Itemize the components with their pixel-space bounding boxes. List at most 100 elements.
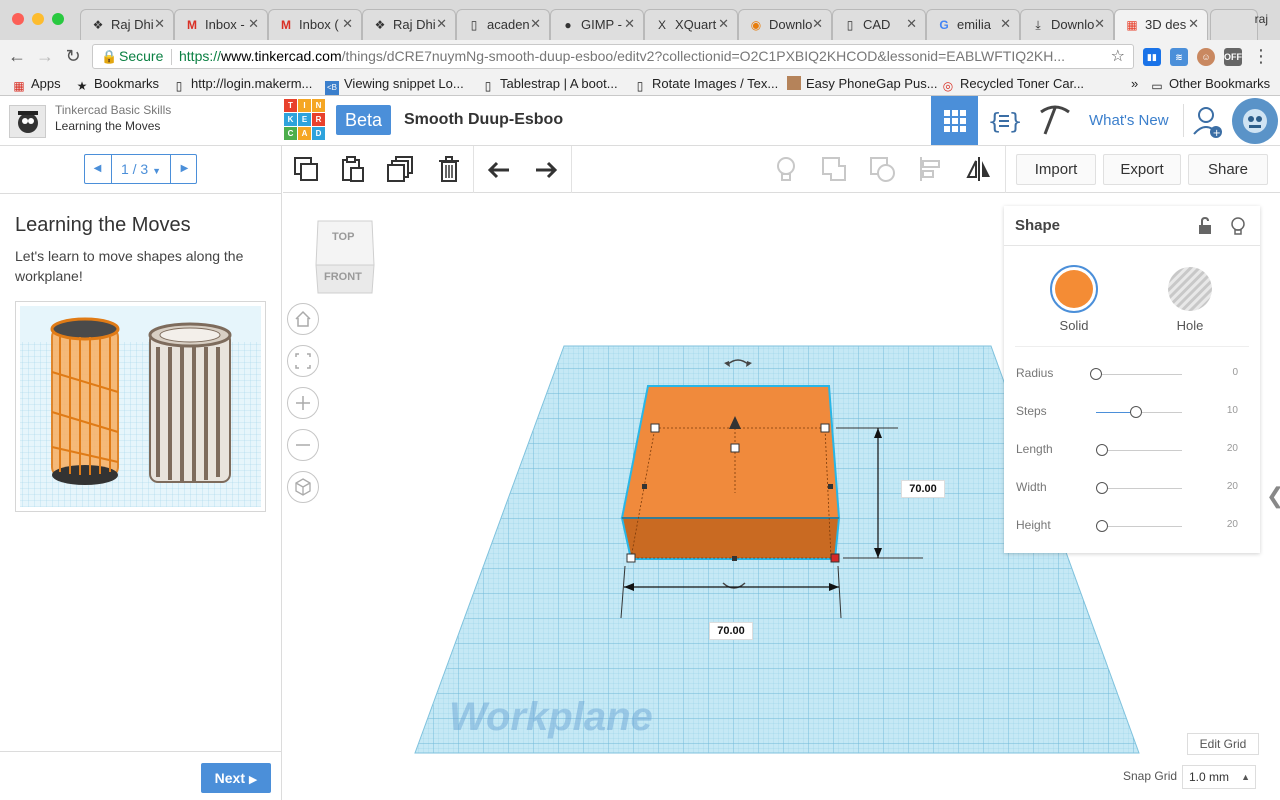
box-front-face[interactable] <box>620 517 841 560</box>
bookmark-toner[interactable]: ◎ Recycled Toner Car... <box>941 76 1084 93</box>
lightbulb-icon[interactable] <box>1228 216 1248 236</box>
profile-name[interactable]: raj <box>1255 12 1268 26</box>
bookmark-rotate[interactable]: ▯ Rotate Images / Tex... <box>633 76 779 93</box>
property-value[interactable]: 10 <box>1227 405 1238 416</box>
width-slider[interactable] <box>1096 482 1182 494</box>
undo-icon[interactable] <box>484 154 514 184</box>
resize-handle[interactable] <box>650 423 660 433</box>
redo-icon[interactable] <box>531 154 561 184</box>
property-value[interactable]: 20 <box>1227 443 1238 454</box>
close-tab-icon[interactable]: ✕ <box>436 16 447 32</box>
width-dimension-label[interactable]: 70.00 <box>709 622 753 640</box>
address-bar[interactable]: 🔒 Secure https://www.tinkercad.com/thing… <box>92 44 1134 69</box>
unlock-icon[interactable] <box>1195 216 1215 236</box>
export-button[interactable]: Export <box>1103 154 1181 185</box>
close-window-button[interactable] <box>12 13 24 25</box>
slider-knob[interactable] <box>1090 368 1102 380</box>
close-tab-icon[interactable]: ✕ <box>1000 16 1011 32</box>
bookmark-snippet[interactable]: <B Viewing snippet Lo... <box>325 76 464 95</box>
bookmark-makerm[interactable]: ▯ http://login.makerm... <box>172 76 313 93</box>
copy-icon[interactable] <box>291 154 321 184</box>
close-tab-icon[interactable]: ✕ <box>718 16 729 32</box>
codeblocks-button[interactable]: { } <box>980 96 1027 145</box>
lightbulb-icon[interactable] <box>771 154 801 184</box>
slider-knob[interactable] <box>1096 520 1108 532</box>
browser-tab[interactable]: ◉ Downlo ✕ <box>738 9 832 40</box>
delete-icon[interactable] <box>434 154 464 184</box>
perspective-button[interactable] <box>287 471 319 503</box>
steps-slider[interactable] <box>1096 406 1182 418</box>
close-tab-icon[interactable]: ✕ <box>154 16 165 32</box>
radius-slider[interactable] <box>1090 368 1182 380</box>
new-tab-button[interactable] <box>1210 9 1258 40</box>
next-step-icon[interactable]: ▶ <box>172 155 197 183</box>
collapse-panel-icon[interactable]: ❮ <box>1266 475 1280 517</box>
browser-tab[interactable]: X XQuart ✕ <box>644 9 738 40</box>
browser-tab-active[interactable]: ▦ 3D des ✕ <box>1114 9 1208 40</box>
next-button[interactable]: Next ▶ <box>201 763 271 793</box>
hole-button[interactable] <box>1166 265 1214 313</box>
resize-handle[interactable] <box>820 423 830 433</box>
length-slider[interactable] <box>1096 444 1182 456</box>
close-tab-icon[interactable]: ✕ <box>530 16 541 32</box>
close-tab-icon[interactable]: ✕ <box>906 16 917 32</box>
menu-icon[interactable]: ⋮ <box>1250 45 1272 67</box>
view-cube-front[interactable]: FRONT <box>324 271 362 283</box>
property-value[interactable]: 20 <box>1227 519 1238 530</box>
height-slider[interactable] <box>1096 520 1182 532</box>
resize-handle-selected[interactable] <box>830 553 840 563</box>
height-dimension-label[interactable]: 70.00 <box>901 480 945 498</box>
browser-tab[interactable]: ❖ Raj Dhi ✕ <box>80 9 174 40</box>
browser-tab[interactable]: ▯ CAD ✕ <box>832 9 926 40</box>
browser-tab[interactable]: ❖ Raj Dhi ✕ <box>362 9 456 40</box>
slider-knob[interactable] <box>1096 482 1108 494</box>
solid-button[interactable] <box>1050 265 1098 313</box>
back-icon[interactable]: ← <box>6 45 28 67</box>
zoom-window-button[interactable] <box>52 13 64 25</box>
view-cube-top[interactable]: TOP <box>332 231 354 243</box>
close-tab-icon[interactable]: ✕ <box>1188 16 1199 32</box>
whats-new-link[interactable]: What's New <box>1089 112 1169 129</box>
forward-icon[interactable]: → <box>34 45 56 67</box>
design-title[interactable]: Smooth Duup-Esboo <box>404 111 563 129</box>
slider-knob[interactable] <box>1130 406 1142 418</box>
align-icon[interactable] <box>916 154 946 184</box>
zoom-out-button[interactable] <box>287 429 319 461</box>
reload-icon[interactable]: ↻ <box>62 45 84 67</box>
side-handle[interactable] <box>642 484 647 489</box>
prev-step-icon[interactable]: ◀ <box>85 155 110 183</box>
zoom-in-button[interactable] <box>287 387 319 419</box>
tinkercad-logo[interactable]: T I N K E R C A D <box>284 99 327 142</box>
step-selector[interactable]: 1 / 3 ▼ <box>111 155 171 183</box>
duplicate-icon[interactable] <box>386 154 416 184</box>
close-tab-icon[interactable]: ✕ <box>812 16 823 32</box>
bricks-button[interactable] <box>1031 96 1078 145</box>
browser-tab[interactable]: ▯ acaden ✕ <box>456 9 550 40</box>
bookmark-tablestrap[interactable]: ▯ Tablestrap | A boot... <box>481 76 618 93</box>
snap-grid-select[interactable]: 1.0 mm ▲ <box>1182 765 1256 789</box>
edit-grid-button[interactable]: Edit Grid <box>1187 733 1259 755</box>
side-handle[interactable] <box>828 484 833 489</box>
view-cube[interactable]: TOP FRONT <box>312 217 378 299</box>
browser-tab[interactable]: M Inbox - ✕ <box>174 9 268 40</box>
browser-tab[interactable]: ⤓ Downlo ✕ <box>1020 9 1114 40</box>
ungroup-icon[interactable] <box>867 154 897 184</box>
browser-tab[interactable]: M Inbox ( ✕ <box>268 9 362 40</box>
share-button[interactable]: Share <box>1188 154 1268 185</box>
property-value[interactable]: 0 <box>1232 367 1238 378</box>
close-tab-icon[interactable]: ✕ <box>248 16 259 32</box>
home-view-button[interactable] <box>287 303 319 335</box>
side-handle[interactable] <box>732 556 737 561</box>
extension-off-icon[interactable]: OFF <box>1224 48 1242 66</box>
import-button[interactable]: Import <box>1016 154 1096 185</box>
resize-handle[interactable] <box>626 553 636 563</box>
browser-tab[interactable]: G emilia ✕ <box>926 9 1020 40</box>
bookmark-other[interactable]: ▭ Other Bookmarks <box>1150 76 1270 93</box>
fit-view-button[interactable] <box>287 345 319 377</box>
group-icon[interactable] <box>819 154 849 184</box>
mirror-icon[interactable] <box>964 154 994 184</box>
bookmarks-overflow-icon[interactable]: » <box>1131 76 1138 91</box>
close-tab-icon[interactable]: ✕ <box>342 16 353 32</box>
slider-knob[interactable] <box>1096 444 1108 456</box>
user-avatar[interactable] <box>1232 98 1278 144</box>
